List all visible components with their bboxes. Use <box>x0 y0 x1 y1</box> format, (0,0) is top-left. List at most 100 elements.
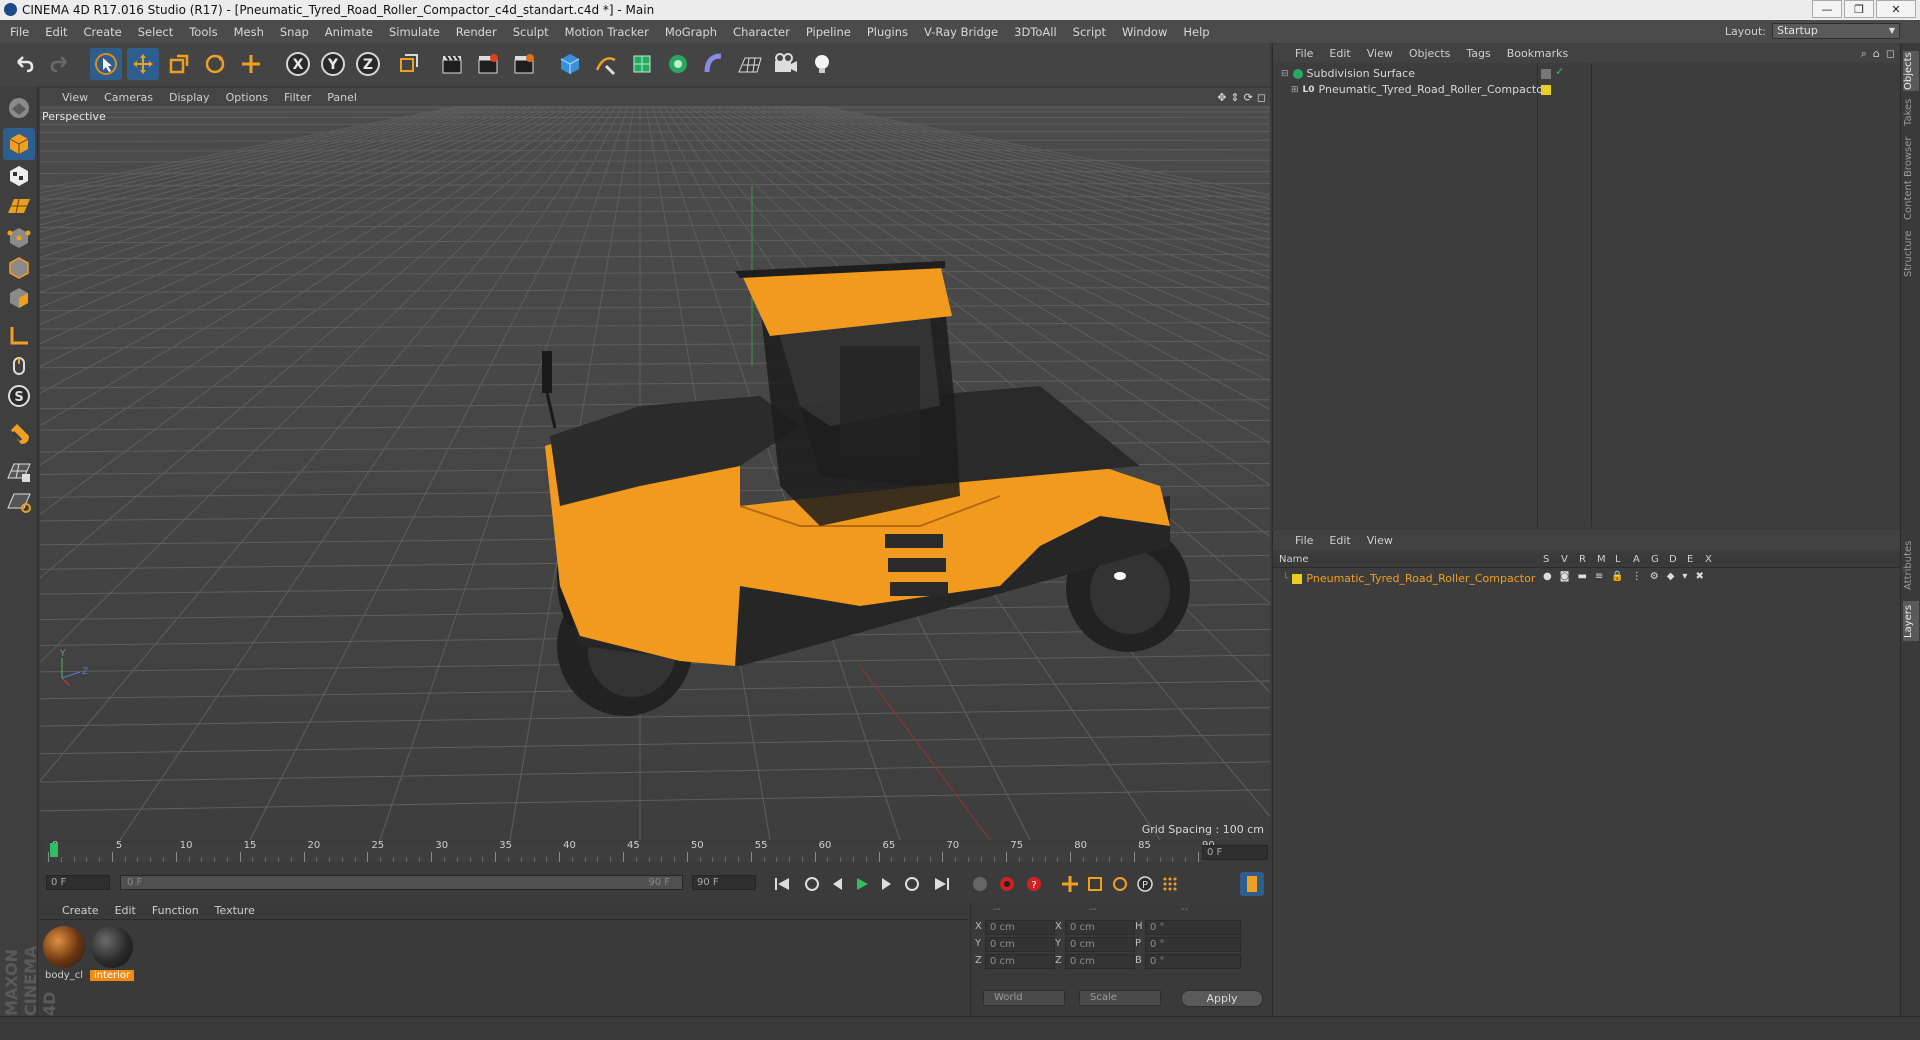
move-axis-icon[interactable] <box>235 48 267 80</box>
coord-value-field[interactable]: 0 cm <box>1065 937 1135 952</box>
points-mode-icon[interactable] <box>3 222 35 254</box>
light-icon[interactable] <box>806 48 838 80</box>
subdivision-generator-icon[interactable] <box>626 48 658 80</box>
object-menu-objects[interactable]: Objects <box>1401 47 1459 60</box>
floor-scene-icon[interactable] <box>734 48 766 80</box>
magnet-icon[interactable] <box>3 418 35 450</box>
next-key-icon[interactable] <box>900 872 924 896</box>
layer-column-s[interactable]: S <box>1543 554 1549 565</box>
layer-menu-edit[interactable]: Edit <box>1321 534 1358 547</box>
menu-create[interactable]: Create <box>76 25 130 39</box>
tab-objects[interactable]: Objects <box>1903 51 1919 91</box>
move-icon[interactable] <box>127 48 159 80</box>
zoom-view-icon[interactable]: ⇕ <box>1230 91 1239 104</box>
menu-character[interactable]: Character <box>725 25 798 39</box>
viewport-menu-cameras[interactable]: Cameras <box>96 91 161 104</box>
autokey-icon[interactable]: ? <box>1022 872 1046 896</box>
preview-range-slider[interactable]: 0 F 90 F <box>120 875 683 890</box>
menu-plugins[interactable]: Plugins <box>859 25 916 39</box>
object-menu-bookmarks[interactable]: Bookmarks <box>1499 47 1576 60</box>
z-axis-lock-icon[interactable]: Z <box>352 48 384 80</box>
layer-column-x[interactable]: X <box>1705 554 1712 565</box>
menu-window[interactable]: Window <box>1114 25 1175 39</box>
previous-frame-icon[interactable] <box>825 872 849 896</box>
tweak-icon[interactable] <box>3 350 35 382</box>
object-menu-file[interactable]: File <box>1287 47 1321 60</box>
coordinate-system-icon[interactable] <box>392 48 424 80</box>
layer-column-m[interactable]: M <box>1597 554 1606 565</box>
layer-color-icon[interactable] <box>1541 85 1551 95</box>
viewport-perspective[interactable]: View Cameras Display Options Filter Panel ✥ ⇕… <box>40 88 1270 840</box>
material-item[interactable]: body_cl <box>42 926 86 986</box>
axis-icon[interactable] <box>3 320 35 352</box>
maximize-button[interactable]: ❐ <box>1844 0 1874 18</box>
timeline-layout-icon[interactable] <box>1240 872 1264 896</box>
menu-mograph[interactable]: MoGraph <box>657 25 725 39</box>
layer-menu-view[interactable]: View <box>1359 534 1401 547</box>
next-frame-icon[interactable] <box>875 872 899 896</box>
edges-mode-icon[interactable] <box>3 252 35 284</box>
pen-spline-icon[interactable] <box>590 48 622 80</box>
layer-column-a[interactable]: A <box>1633 554 1640 565</box>
key-point-level-icon[interactable] <box>1158 872 1182 896</box>
key-parameter-icon[interactable]: P <box>1133 872 1157 896</box>
coord-value-field[interactable]: 0 ° <box>1145 954 1241 969</box>
y-axis-lock-icon[interactable]: Y <box>317 48 349 80</box>
previous-key-icon[interactable] <box>800 872 824 896</box>
minimize-button[interactable]: — <box>1812 0 1842 18</box>
current-frame-field[interactable]: 0 F <box>1202 845 1268 860</box>
new-view-icon[interactable]: ◻ <box>1886 47 1895 61</box>
apply-button[interactable]: Apply <box>1181 990 1263 1007</box>
menu-v-ray-bridge[interactable]: V-Ray Bridge <box>916 25 1006 39</box>
redo-icon[interactable] <box>44 48 76 80</box>
texture-mode-icon[interactable] <box>3 160 35 192</box>
tab-takes[interactable]: Takes <box>1903 97 1919 127</box>
locked-flag-icon[interactable]: 🔒 <box>1611 571 1623 582</box>
coord-value-field[interactable]: 0 cm <box>1065 954 1135 969</box>
material-menu-edit[interactable]: Edit <box>107 904 144 917</box>
layer-column-e[interactable]: E <box>1687 554 1693 565</box>
coord-value-field[interactable]: 0 ° <box>1145 937 1241 952</box>
material-menu-texture[interactable]: Texture <box>207 904 263 917</box>
cube-primitive-icon[interactable] <box>554 48 586 80</box>
coord-value-field[interactable]: 0 cm <box>1065 920 1135 935</box>
tab-structure[interactable]: Structure <box>1903 229 1919 279</box>
render-flag-icon[interactable]: ▬ <box>1577 571 1586 582</box>
solo-flag-icon[interactable]: ● <box>1543 571 1552 582</box>
menu-mesh[interactable]: Mesh <box>226 25 272 39</box>
enabled-check-icon[interactable]: ✓ <box>1555 65 1564 78</box>
layer-column-l[interactable]: L <box>1615 554 1621 565</box>
coord-value-field[interactable]: 0 cm <box>985 937 1055 952</box>
viewport-menu-panel[interactable]: Panel <box>319 91 365 104</box>
polygons-mode-icon[interactable] <box>3 282 35 314</box>
play-icon[interactable] <box>850 872 874 896</box>
home-icon[interactable]: ⌂ <box>1873 47 1880 61</box>
edit-render-settings-icon[interactable] <box>508 48 540 80</box>
material-menu-function[interactable]: Function <box>144 904 207 917</box>
rotate-icon[interactable] <box>199 48 231 80</box>
menu-3dtoall[interactable]: 3DToAll <box>1006 25 1065 39</box>
key-position-icon[interactable] <box>1058 872 1082 896</box>
object-row-compactor[interactable]: ⊞ L0 Pneumatic_Tyred_Road_Roller_Compact… <box>1291 83 1547 96</box>
close-button[interactable]: ✕ <box>1876 0 1916 18</box>
render-to-picture-viewer-icon[interactable] <box>472 48 504 80</box>
manager-flag-icon[interactable]: ≡ <box>1595 571 1603 582</box>
pan-view-icon[interactable]: ✥ <box>1217 91 1226 104</box>
coordinate-mode-dropdown[interactable]: Scale <box>1079 990 1161 1006</box>
menu-render[interactable]: Render <box>448 25 505 39</box>
key-scale-icon[interactable] <box>1083 872 1107 896</box>
material-menu-create[interactable]: Create <box>54 904 107 917</box>
object-row-subdivision[interactable]: ⊟ Subdivision Surface <box>1281 67 1415 80</box>
menu-edit[interactable]: Edit <box>37 25 75 39</box>
view-flag-icon[interactable]: ◙ <box>1560 571 1570 582</box>
menu-animate[interactable]: Animate <box>317 25 381 39</box>
coord-value-field[interactable]: 0 cm <box>985 954 1055 969</box>
menu-script[interactable]: Script <box>1065 25 1114 39</box>
layer-column-g[interactable]: G <box>1651 554 1659 565</box>
coordinate-space-dropdown[interactable]: World <box>983 990 1065 1006</box>
object-menu-view[interactable]: View <box>1359 47 1401 60</box>
maximize-view-icon[interactable]: ◻ <box>1257 91 1266 104</box>
render-view-icon[interactable] <box>436 48 468 80</box>
camera-icon[interactable] <box>770 48 802 80</box>
playhead-marker[interactable] <box>50 843 58 857</box>
